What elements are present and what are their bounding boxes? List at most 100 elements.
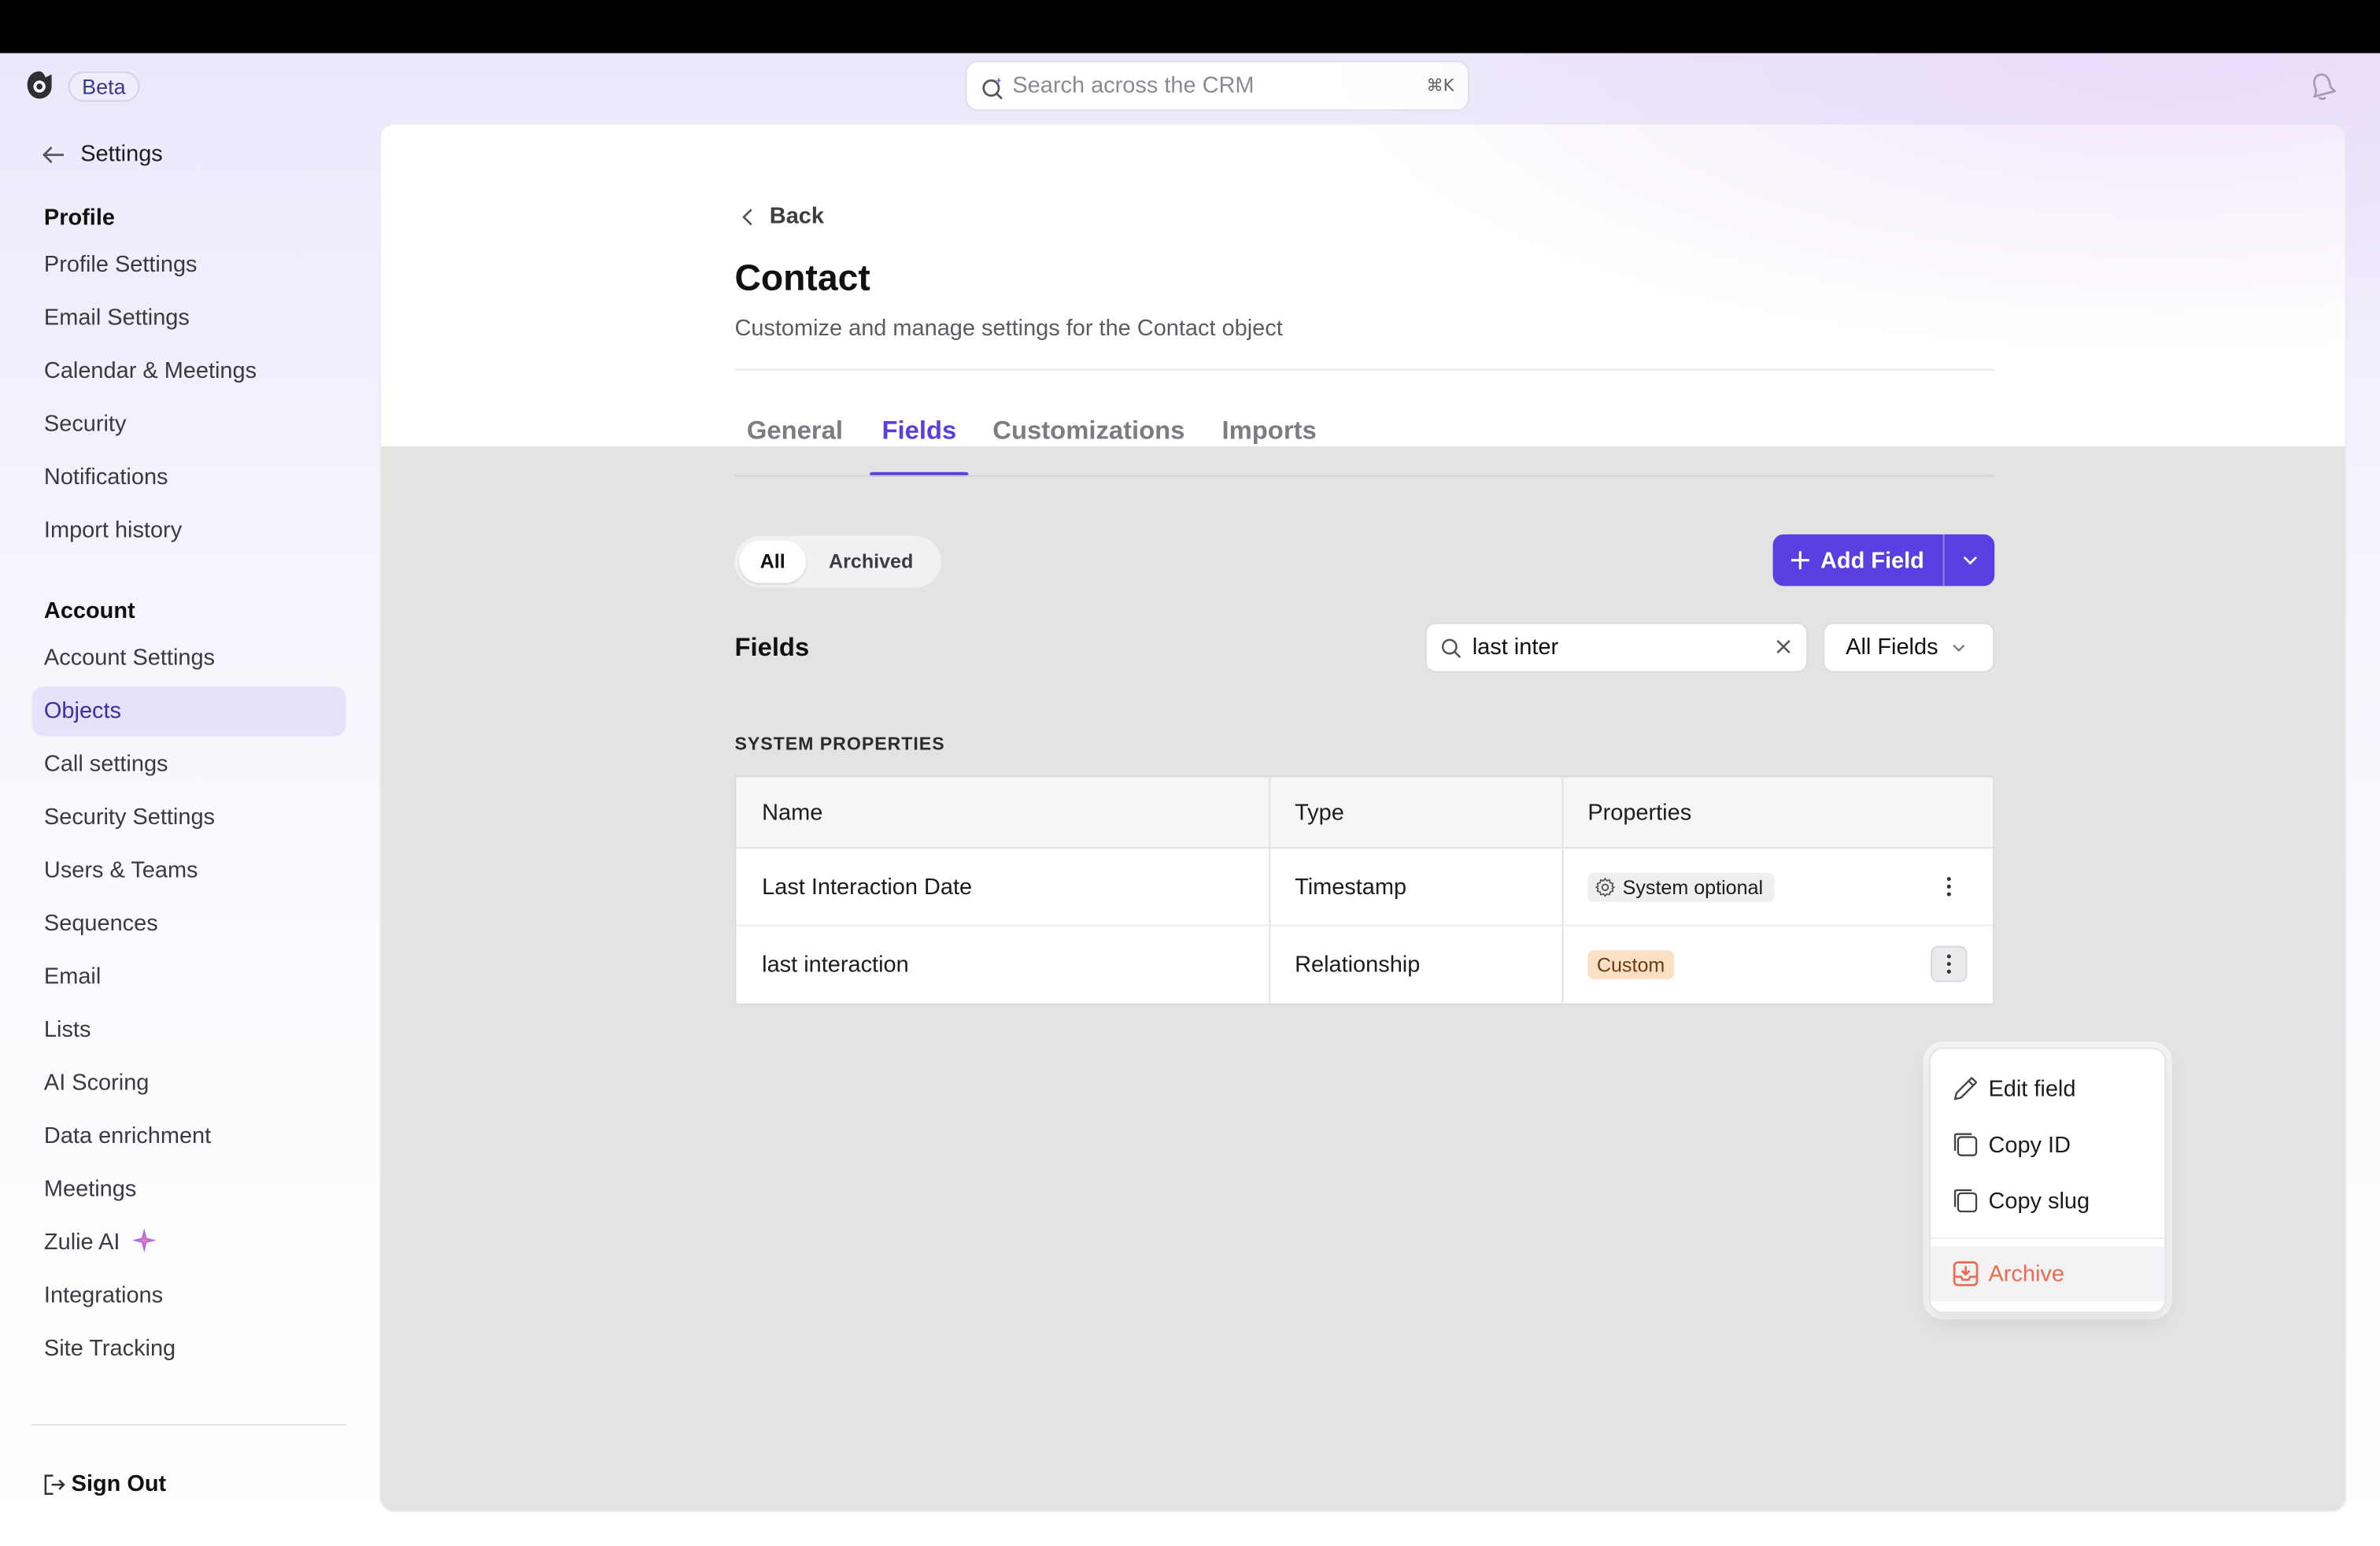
add-field-button-group: Add Field bbox=[1772, 534, 1995, 586]
column-divider bbox=[1561, 926, 1564, 1004]
segment-archived[interactable]: Archived bbox=[829, 541, 913, 583]
settings-sidebar: Settings Profile Profile Settings Email … bbox=[0, 54, 376, 1546]
account-section-title: Account bbox=[43, 597, 135, 624]
copy-id-label: Copy ID bbox=[1988, 1131, 2071, 1158]
row-actions-button[interactable] bbox=[1931, 945, 1968, 982]
menu-item-copy-id[interactable]: Copy ID bbox=[1931, 1117, 2164, 1171]
field-type: Relationship bbox=[1295, 952, 1421, 978]
chevron-down-icon bbox=[1953, 643, 1965, 652]
back-label: Back bbox=[769, 203, 824, 230]
back-to-settings[interactable]: Settings bbox=[41, 141, 163, 167]
field-type: Timestamp bbox=[1295, 873, 1407, 900]
copy-icon bbox=[1953, 1133, 1978, 1156]
column-divider bbox=[1269, 849, 1271, 925]
sidebar-item-integrations[interactable]: Integrations bbox=[32, 1270, 346, 1321]
menu-item-edit-field[interactable]: Edit field bbox=[1931, 1061, 2164, 1115]
add-field-button[interactable]: Add Field bbox=[1773, 534, 1943, 586]
field-search-input[interactable]: last inter bbox=[1425, 622, 1808, 673]
search-icon bbox=[1441, 638, 1462, 658]
field-filter-dropdown[interactable]: All Fields bbox=[1823, 622, 1995, 673]
table-row[interactable]: last interaction Relationship Custom bbox=[736, 926, 1993, 1004]
table-row[interactable]: Last Interaction Date Timestamp System o… bbox=[736, 849, 1994, 926]
status-segmented-control: All Archived bbox=[734, 535, 941, 588]
field-filter-label: All Fields bbox=[1846, 634, 1938, 660]
app-shell: Beta Search across the CRM ⌘K Settings P… bbox=[0, 53, 2380, 1546]
sidebar-item-email-settings[interactable]: Email Settings bbox=[32, 293, 346, 343]
sidebar-item-call-settings[interactable]: Call settings bbox=[32, 739, 346, 790]
system-properties-label: SYSTEM PROPERTIES bbox=[734, 733, 945, 755]
tab-general[interactable]: General bbox=[747, 416, 843, 446]
more-vertical-icon bbox=[1946, 954, 1951, 974]
back-link[interactable]: Back bbox=[742, 203, 824, 229]
add-field-dropdown-button[interactable] bbox=[1945, 534, 1995, 586]
gear-icon bbox=[1595, 876, 1616, 897]
clear-search-icon[interactable] bbox=[1773, 636, 1794, 657]
sidebar-item-sequences[interactable]: Sequences bbox=[32, 899, 346, 949]
settings-label: Settings bbox=[80, 141, 163, 168]
sparkle-icon bbox=[132, 1228, 157, 1253]
search-sparkle-icon bbox=[982, 77, 1003, 100]
tab-customizations[interactable]: Customizations bbox=[992, 416, 1184, 446]
sidebar-item-profile-settings[interactable]: Profile Settings bbox=[32, 240, 346, 290]
field-name: last interaction bbox=[762, 952, 909, 978]
sidebar-item-users-teams[interactable]: Users & Teams bbox=[32, 845, 346, 896]
profile-section-title: Profile bbox=[43, 205, 115, 231]
archive-label: Archive bbox=[1988, 1260, 2064, 1287]
menu-item-copy-slug[interactable]: Copy slug bbox=[1931, 1174, 2164, 1228]
sidebar-item-email[interactable]: Email bbox=[32, 952, 346, 1002]
fields-table: Name Type Properties Last Interaction Da… bbox=[734, 775, 1995, 1005]
shortcut-hint: ⌘K bbox=[1426, 76, 1454, 96]
zulie-ai-label: Zulie AI bbox=[43, 1230, 120, 1256]
sidebar-item-security[interactable]: Security bbox=[32, 399, 346, 449]
fields-heading: Fields bbox=[734, 633, 810, 662]
sidebar-item-data-enrichment[interactable]: Data enrichment bbox=[32, 1111, 346, 1162]
top-black-bar bbox=[0, 0, 2380, 54]
field-properties: System optional bbox=[1587, 849, 1774, 924]
sign-out-label: Sign Out bbox=[71, 1470, 167, 1497]
tab-imports[interactable]: Imports bbox=[1222, 416, 1317, 446]
table-header: Name Type Properties bbox=[736, 777, 1994, 849]
global-search-input[interactable]: Search across the CRM ⌘K bbox=[965, 61, 1469, 111]
chevron-left-icon bbox=[742, 208, 752, 225]
main-panel: Back Contact Customize and manage settin… bbox=[379, 123, 2347, 1512]
add-field-label: Add Field bbox=[1820, 547, 1924, 574]
sidebar-item-account-settings[interactable]: Account Settings bbox=[32, 633, 346, 683]
sidebar-item-import-history[interactable]: Import history bbox=[32, 505, 346, 556]
sidebar-divider bbox=[31, 1424, 346, 1426]
field-properties: Custom bbox=[1587, 926, 1674, 1003]
sidebar-item-meetings[interactable]: Meetings bbox=[32, 1164, 346, 1215]
tab-bar: General Fields Customizations Imports bbox=[734, 416, 1994, 477]
edit-field-label: Edit field bbox=[1988, 1075, 2076, 1102]
sidebar-item-security-settings[interactable]: Security Settings bbox=[32, 793, 346, 843]
copy-icon bbox=[1953, 1189, 1978, 1213]
sidebar-item-ai-scoring[interactable]: AI Scoring bbox=[32, 1058, 346, 1108]
sign-out-button[interactable]: Sign Out bbox=[44, 1471, 166, 1497]
column-divider bbox=[1561, 777, 1564, 848]
system-optional-badge: System optional bbox=[1587, 871, 1774, 901]
field-name: Last Interaction Date bbox=[762, 873, 973, 900]
sidebar-item-objects[interactable]: Objects bbox=[31, 686, 346, 737]
sidebar-item-lists[interactable]: Lists bbox=[32, 1005, 346, 1056]
system-optional-label: System optional bbox=[1622, 875, 1764, 898]
copy-slug-label: Copy slug bbox=[1988, 1188, 2090, 1214]
sidebar-item-zulie-ai[interactable]: Zulie AI bbox=[32, 1218, 346, 1268]
sidebar-item-calendar-meetings[interactable]: Calendar & Meetings bbox=[32, 346, 346, 397]
sign-out-icon bbox=[44, 1474, 65, 1495]
notification-bell-icon[interactable] bbox=[2307, 70, 2338, 103]
page-subtitle: Customize and manage settings for the Co… bbox=[734, 316, 1283, 342]
archive-icon bbox=[1953, 1261, 1979, 1286]
plus-icon bbox=[1791, 551, 1810, 570]
tabs-divider bbox=[734, 475, 1995, 477]
segment-all[interactable]: All bbox=[739, 540, 807, 583]
pencil-icon bbox=[1953, 1077, 1978, 1100]
app-window: Beta Search across the CRM ⌘K Settings P… bbox=[0, 0, 2380, 1546]
menu-item-archive[interactable]: Archive bbox=[1931, 1246, 2165, 1301]
header-name: Name bbox=[762, 799, 823, 826]
field-search-value: last inter bbox=[1472, 634, 1559, 660]
sidebar-item-notifications[interactable]: Notifications bbox=[32, 453, 346, 503]
tab-fields[interactable]: Fields bbox=[882, 416, 957, 446]
row-context-menu: Edit field Copy ID Copy slug Archive bbox=[1929, 1047, 2167, 1314]
row-actions-button[interactable] bbox=[1931, 868, 1967, 904]
more-vertical-icon bbox=[1946, 877, 1951, 897]
sidebar-item-site-tracking[interactable]: Site Tracking bbox=[32, 1324, 346, 1374]
